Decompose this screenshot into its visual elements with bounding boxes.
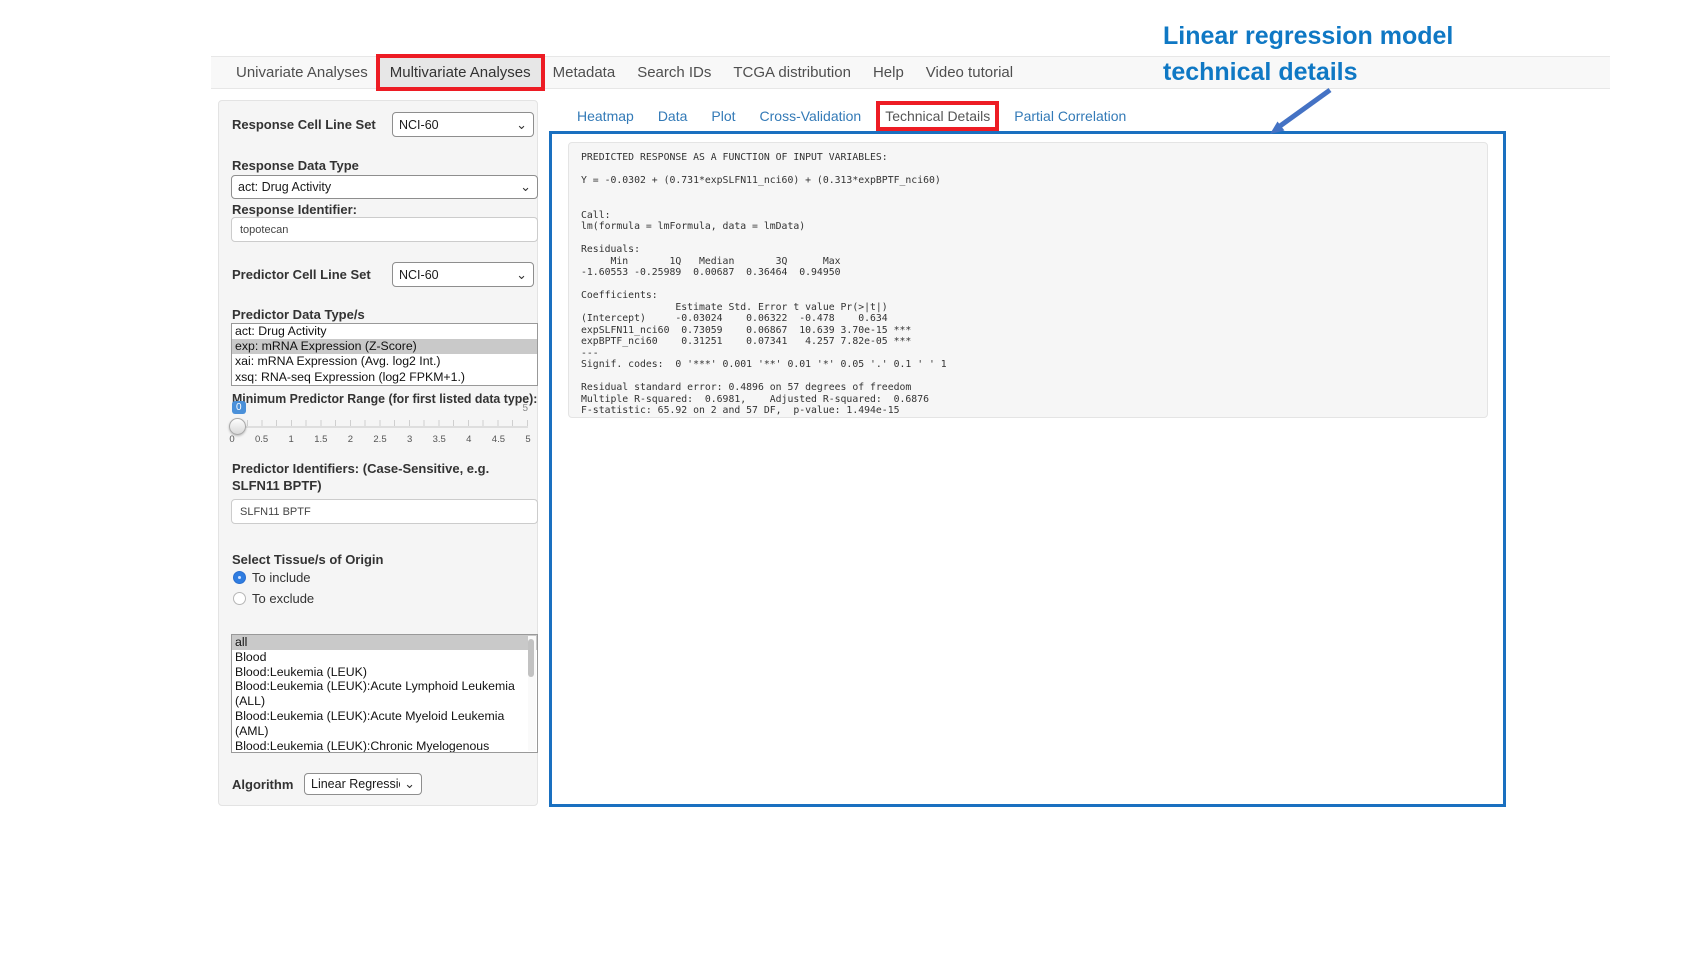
scrollbar-thumb[interactable] bbox=[528, 639, 534, 677]
list-option[interactable]: Blood:Leukemia (LEUK):Chronic Myelogenou… bbox=[232, 739, 537, 753]
radio-to-include[interactable]: To include bbox=[233, 570, 311, 585]
algorithm-label: Algorithm bbox=[232, 777, 293, 792]
nav-item-video-tutorial[interactable]: Video tutorial bbox=[915, 57, 1024, 88]
list-option[interactable]: Blood bbox=[232, 650, 537, 665]
radio-to-exclude[interactable]: To exclude bbox=[233, 591, 314, 606]
tick-label: 3 bbox=[407, 434, 412, 445]
list-option-selected[interactable]: all bbox=[232, 635, 537, 650]
nav-item-search-ids[interactable]: Search IDs bbox=[626, 57, 722, 88]
list-option[interactable]: xai: mRNA Expression (Avg. log2 Int.) bbox=[232, 354, 537, 369]
predictor-cell-line-set-value: NCI-60 bbox=[399, 268, 512, 282]
list-option-selected[interactable]: exp: mRNA Expression (Z-Score) bbox=[232, 339, 537, 354]
predictor-identifiers-label: Predictor Identifiers: (Case-Sensitive, … bbox=[232, 460, 532, 494]
response-cell-line-set-label: Response Cell Line Set bbox=[232, 117, 376, 132]
tab-heatmap[interactable]: Heatmap bbox=[577, 108, 634, 124]
predictor-data-types-label: Predictor Data Type/s bbox=[232, 307, 365, 322]
scrollbar[interactable] bbox=[528, 636, 536, 751]
tick-label: 0.5 bbox=[255, 434, 268, 445]
chevron-down-icon: ⌄ bbox=[516, 270, 527, 280]
slider-track[interactable] bbox=[232, 426, 528, 428]
tick-label: 5 bbox=[525, 434, 530, 445]
chevron-down-icon: ⌄ bbox=[516, 120, 527, 130]
nav-item-metadata[interactable]: Metadata bbox=[542, 57, 627, 88]
list-option[interactable]: Blood:Leukemia (LEUK):Acute Myeloid Leuk… bbox=[232, 709, 537, 739]
slider-thumb[interactable] bbox=[229, 418, 246, 435]
tick-label: 1 bbox=[289, 434, 294, 445]
tick-label: 3.5 bbox=[433, 434, 446, 445]
tab-plot[interactable]: Plot bbox=[711, 108, 735, 124]
slider-tick-labels: 0 0.5 1 1.5 2 2.5 3 3.5 4 4.5 5 bbox=[232, 434, 528, 446]
list-option[interactable]: Blood:Leukemia (LEUK) bbox=[232, 665, 537, 680]
list-option[interactable]: xsq: RNA-seq Expression (log2 FPKM+1.) bbox=[232, 370, 537, 385]
annotation-arrow-icon bbox=[1258, 84, 1338, 140]
annotation-note: Linear regression model technical detail… bbox=[1163, 18, 1453, 90]
slider-value-badge: 0 bbox=[232, 401, 246, 414]
results-panel: PREDICTED RESPONSE AS A FUNCTION OF INPU… bbox=[549, 131, 1506, 807]
radio-unselected-icon bbox=[233, 592, 246, 605]
tab-cross-validation[interactable]: Cross-Validation bbox=[760, 108, 862, 124]
list-option[interactable]: act: Drug Activity bbox=[232, 324, 537, 339]
tick-label: 0 bbox=[229, 434, 234, 445]
radio-selected-icon bbox=[233, 571, 246, 584]
chevron-down-icon: ⌄ bbox=[404, 779, 415, 789]
algorithm-select[interactable]: Linear Regression ⌄ bbox=[304, 773, 422, 795]
radio-to-exclude-label: To exclude bbox=[252, 591, 314, 606]
predictor-cell-line-set-select[interactable]: NCI-60 ⌄ bbox=[392, 262, 534, 287]
nav-item-univariate-analyses[interactable]: Univariate Analyses bbox=[225, 57, 379, 88]
controls-sidebar: Response Cell Line Set NCI-60 ⌄ Response… bbox=[218, 100, 538, 806]
tick-label: 1.5 bbox=[314, 434, 327, 445]
tick-label: 2 bbox=[348, 434, 353, 445]
response-cell-line-set-select[interactable]: NCI-60 ⌄ bbox=[392, 112, 534, 137]
tab-data[interactable]: Data bbox=[658, 108, 688, 124]
response-data-type-value: act: Drug Activity bbox=[238, 180, 516, 194]
min-predictor-range-slider[interactable]: 0 5 0 0.5 1 1.5 2 2.5 3 3.5 4 4.5 5 bbox=[232, 401, 528, 449]
tissue-origin-listbox: all Blood Blood:Leukemia (LEUK) Blood:Le… bbox=[231, 634, 538, 753]
nav-item-help[interactable]: Help bbox=[862, 57, 915, 88]
list-option[interactable]: Blood:Leukemia (LEUK):Acute Lymphoid Leu… bbox=[232, 679, 537, 709]
tick-label: 4.5 bbox=[492, 434, 505, 445]
nav-item-multivariate-analyses[interactable]: Multivariate Analyses bbox=[379, 57, 542, 88]
response-cell-line-set-value: NCI-60 bbox=[399, 118, 512, 132]
result-tabs: Heatmap Data Plot Cross-Validation Techn… bbox=[577, 108, 1126, 124]
response-data-type-label: Response Data Type bbox=[232, 158, 359, 173]
response-identifier-input[interactable] bbox=[231, 217, 538, 242]
regression-output-text: PREDICTED RESPONSE AS A FUNCTION OF INPU… bbox=[581, 152, 1475, 417]
radio-to-include-label: To include bbox=[252, 570, 311, 585]
tab-technical-details[interactable]: Technical Details bbox=[885, 108, 990, 124]
technical-details-panel: PREDICTED RESPONSE AS A FUNCTION OF INPU… bbox=[568, 142, 1488, 418]
slider-max-label: 5 bbox=[522, 403, 528, 414]
algorithm-value: Linear Regression bbox=[311, 777, 400, 791]
tick-label: 2.5 bbox=[373, 434, 386, 445]
response-data-type-select[interactable]: act: Drug Activity ⌄ bbox=[231, 175, 538, 199]
predictor-identifiers-input[interactable] bbox=[231, 499, 538, 524]
nav-item-tcga-distribution[interactable]: TCGA distribution bbox=[722, 57, 862, 88]
tab-partial-correlation[interactable]: Partial Correlation bbox=[1014, 108, 1126, 124]
response-identifier-label: Response Identifier: bbox=[232, 202, 357, 217]
annotation-line-1: Linear regression model bbox=[1163, 18, 1453, 54]
tick-label: 4 bbox=[466, 434, 471, 445]
predictor-cell-line-set-label: Predictor Cell Line Set bbox=[232, 267, 371, 282]
tissue-origin-label: Select Tissue/s of Origin bbox=[232, 552, 383, 567]
chevron-down-icon: ⌄ bbox=[520, 182, 531, 192]
predictor-data-types-listbox: act: Drug Activity exp: mRNA Expression … bbox=[231, 323, 538, 386]
